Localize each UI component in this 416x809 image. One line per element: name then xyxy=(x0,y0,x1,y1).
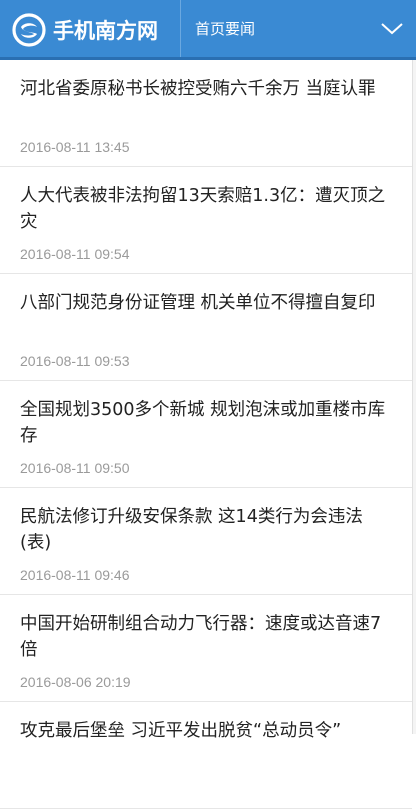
brand-logo[interactable]: 手机南方网 xyxy=(12,10,158,50)
nanfang-logo-icon xyxy=(12,13,46,47)
news-title[interactable]: 中国开始研制组合动力飞行器：速度或达音速7倍 xyxy=(20,611,392,663)
news-item[interactable]: 河北省委原秘书长被控受贿六千余万 当庭认罪 2016-08-11 13:45 xyxy=(0,60,412,167)
news-title[interactable]: 民航法修订升级安保条款 这14类行为会违法(表) xyxy=(20,504,392,556)
news-title[interactable]: 人大代表被非法拘留13天索赔1.3亿：遭灭顶之灾 xyxy=(20,183,392,235)
scrollbar[interactable] xyxy=(412,60,416,734)
news-list: 河北省委原秘书长被控受贿六千余万 当庭认罪 2016-08-11 13:45 人… xyxy=(0,60,412,809)
news-title[interactable]: 河北省委原秘书长被控受贿六千余万 当庭认罪 xyxy=(20,76,392,128)
header-divider xyxy=(180,0,181,57)
news-title[interactable]: 攻克最后堡垒 习近平发出脱贫“总动员令” xyxy=(20,718,392,770)
news-time: 2016-08-11 09:54 xyxy=(20,246,130,262)
news-time: 2016-08-11 09:53 xyxy=(20,353,130,369)
news-item[interactable]: 八部门规范身份证管理 机关单位不得擅自复印 2016-08-11 09:53 xyxy=(0,274,412,381)
news-time: 2016-08-11 09:50 xyxy=(20,460,130,476)
news-time: 2016-08-11 09:46 xyxy=(20,567,130,583)
section-title: 首页要闻 xyxy=(195,20,256,38)
menu-toggle-button[interactable] xyxy=(374,14,410,44)
news-item[interactable]: 中国开始研制组合动力飞行器：速度或达音速7倍 2016-08-06 20:19 xyxy=(0,595,412,702)
news-item[interactable]: 人大代表被非法拘留13天索赔1.3亿：遭灭顶之灾 2016-08-11 09:5… xyxy=(0,167,412,274)
news-time: 2016-08-06 20:19 xyxy=(20,674,131,690)
news-title[interactable]: 八部门规范身份证管理 机关单位不得擅自复印 xyxy=(20,290,392,342)
brand-name: 手机南方网 xyxy=(53,19,158,43)
news-item[interactable]: 民航法修订升级安保条款 这14类行为会违法(表) 2016-08-11 09:4… xyxy=(0,488,412,595)
news-item[interactable]: 攻克最后堡垒 习近平发出脱贫“总动员令” xyxy=(0,702,412,809)
news-item[interactable]: 全国规划3500多个新城 规划泡沫或加重楼市库存 2016-08-11 09:5… xyxy=(0,381,412,488)
chevron-down-icon xyxy=(381,23,403,35)
news-title[interactable]: 全国规划3500多个新城 规划泡沫或加重楼市库存 xyxy=(20,397,392,449)
top-bar: 手机南方网 首页要闻 xyxy=(0,0,416,60)
news-time: 2016-08-11 13:45 xyxy=(20,139,130,155)
